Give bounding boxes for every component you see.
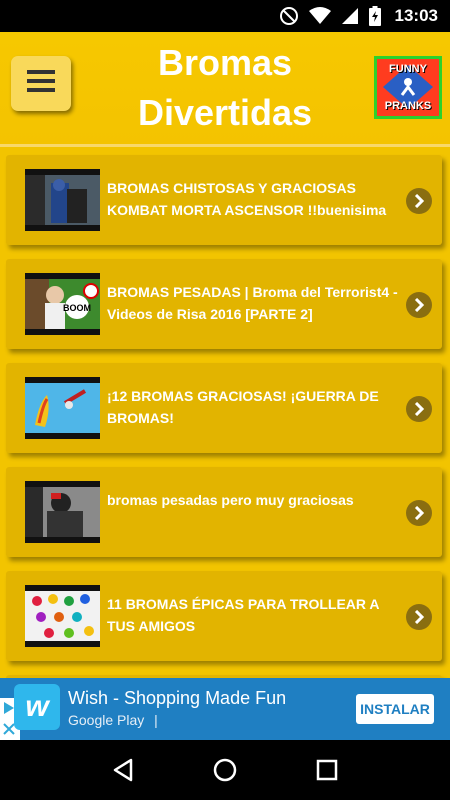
list-item[interactable]: BROMAS CHISTOSAS Y GRACIOSAS KOMBAT MORT… (6, 155, 442, 245)
menu-button[interactable] (11, 56, 71, 111)
video-title: ¡12 BROMAS GRACIOSAS! ¡GUERRA DE BROMAS! (107, 388, 379, 426)
chevron-right-icon (406, 396, 432, 422)
video-thumbnail (25, 585, 100, 647)
list-item[interactable]: bromas pesadas pero muy graciosas (6, 467, 442, 557)
chevron-right-icon (406, 500, 432, 526)
ad-store-label: Google Play (68, 712, 145, 728)
status-bar: 13:03 (0, 0, 450, 32)
list-item[interactable]: ¡12 BROMAS GRACIOSAS! ¡GUERRA DE BROMAS! (6, 363, 442, 453)
video-thumbnail (25, 481, 100, 543)
title-line-1: Bromas (157, 42, 293, 83)
logo-text-top: FUNNY (389, 63, 427, 75)
status-time: 13:03 (394, 6, 438, 25)
ad-banner[interactable]: w Wish - Shopping Made Fun Google Play |… (0, 678, 450, 740)
ad-subtitle: Google Play | (68, 712, 158, 728)
chevron-right-icon (406, 604, 432, 630)
signal-icon (341, 7, 359, 25)
hamburger-icon (27, 69, 55, 98)
svg-text:BOOM: BOOM (63, 303, 91, 313)
logo-text-bottom: PRANKS (384, 100, 432, 112)
install-button[interactable]: INSTALAR (356, 694, 434, 724)
wifi-icon (308, 7, 331, 25)
ad-separator: | (154, 712, 158, 728)
home-button[interactable] (205, 750, 245, 790)
funny-pranks-logo[interactable]: FUNNY PRANKS (374, 56, 442, 119)
back-button[interactable] (103, 750, 143, 790)
ad-title: Wish - Shopping Made Fun (68, 688, 287, 708)
battery-icon (368, 6, 381, 26)
chevron-right-icon (406, 292, 432, 318)
do-not-disturb-icon (279, 6, 299, 26)
recents-icon (316, 759, 338, 781)
list-item[interactable]: BOOM BROMAS PESADAS | Broma del Terroris… (6, 259, 442, 349)
video-title: BROMAS PESADAS | Broma del Terrorist4 - … (107, 284, 398, 322)
page-title: Bromas Divertidas (110, 38, 340, 138)
back-icon (113, 758, 133, 782)
video-thumbnail: BOOM (25, 273, 100, 335)
system-nav-bar (0, 740, 450, 800)
list-item[interactable]: 11 BROMAS ÉPICAS PARA TROLLEAR A TUS AMI… (6, 571, 442, 661)
recents-button[interactable] (307, 750, 347, 790)
chevron-right-icon (406, 188, 432, 214)
app-header: Bromas Divertidas FUNNY PRANKS (0, 32, 450, 147)
home-icon (213, 758, 237, 782)
video-title: BROMAS CHISTOSAS Y GRACIOSAS KOMBAT MORT… (107, 180, 387, 218)
wish-logo: w (14, 684, 60, 730)
video-title: 11 BROMAS ÉPICAS PARA TROLLEAR A TUS AMI… (107, 596, 379, 634)
title-line-2: Divertidas (137, 92, 313, 133)
video-list: BROMAS CHISTOSAS Y GRACIOSAS KOMBAT MORT… (0, 148, 450, 678)
video-title: bromas pesadas pero muy graciosas (107, 492, 354, 508)
video-thumbnail (25, 377, 100, 439)
video-thumbnail (25, 169, 100, 231)
